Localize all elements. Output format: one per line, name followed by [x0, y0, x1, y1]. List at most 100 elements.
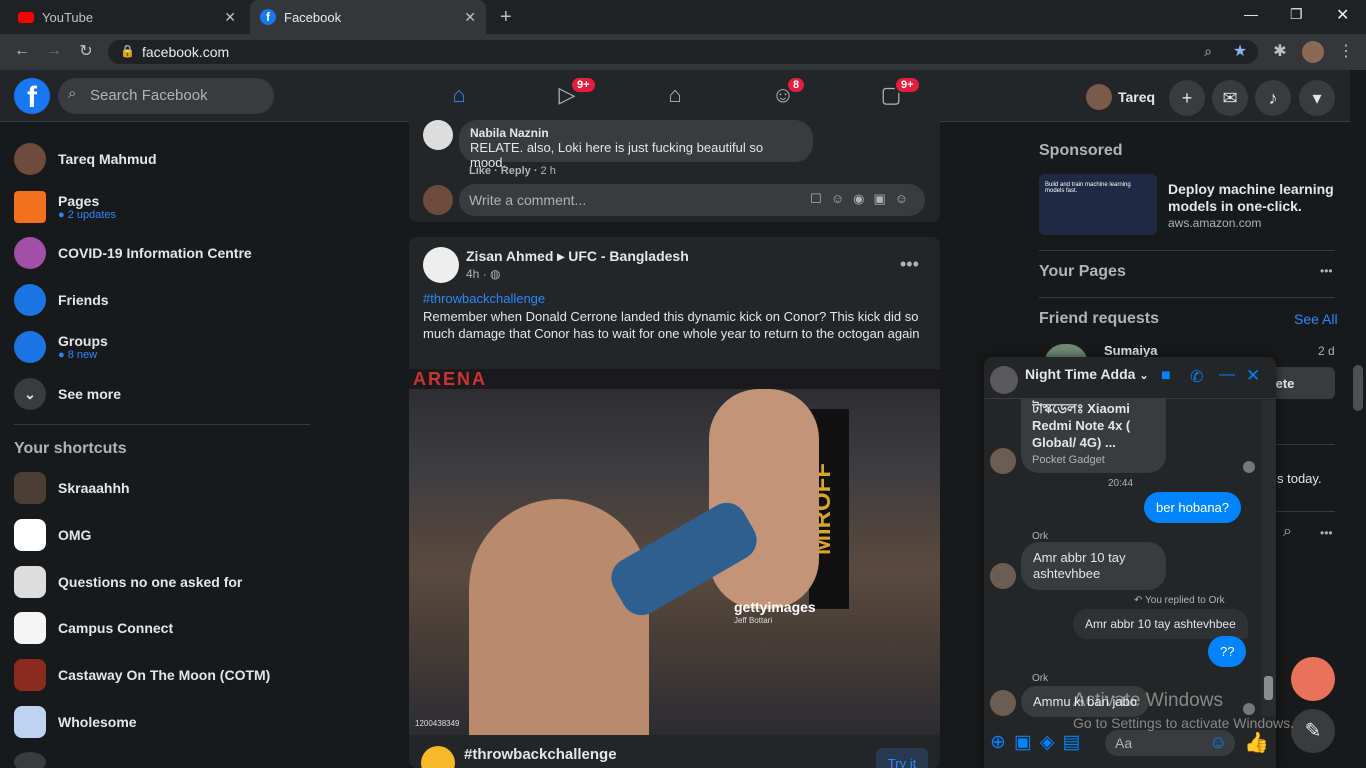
browser-menu-icon[interactable]: ⋮: [1334, 41, 1358, 61]
marketplace-icon[interactable]: ⌂: [660, 82, 690, 110]
link-preview-source: Pocket Gadget: [1032, 454, 1105, 466]
challenge-tag: #throwbackchallenge: [464, 746, 617, 763]
home-icon[interactable]: ⌂: [444, 82, 474, 110]
chat-tool-icons[interactable]: ⊕▣◈▤: [990, 731, 1088, 754]
tab-youtube[interactable]: YouTube ✕: [8, 0, 246, 34]
shortcut-item[interactable]: Skraaahhh: [14, 470, 130, 506]
header-profile-name[interactable]: Tareq: [1118, 89, 1155, 105]
groups-badge: 8: [786, 76, 807, 94]
page-scrollbar[interactable]: [1350, 70, 1366, 768]
facebook-logo-icon[interactable]: f: [14, 78, 50, 114]
see-all-link[interactable]: See All: [1294, 311, 1338, 327]
contacts-search-icon[interactable]: ⌕: [1283, 523, 1292, 541]
video-call-icon[interactable]: ■: [1161, 367, 1171, 385]
post-group[interactable]: UFC - Bangladesh: [568, 248, 689, 264]
comment-author[interactable]: Nabila Naznin: [470, 126, 802, 140]
request-name[interactable]: Sumaiya: [1104, 343, 1157, 358]
post-time[interactable]: 4h: [466, 267, 479, 281]
post-text: Remember when Donald Cerrone landed this…: [423, 309, 920, 341]
avatar: [423, 185, 453, 215]
close-icon[interactable]: ✕: [464, 9, 476, 26]
sender-name: Ork: [1032, 531, 1049, 542]
lock-icon: 🔒: [120, 44, 135, 58]
seen-avatar: [1243, 461, 1255, 473]
message-other: Amr abbr 10 tay ashtevhbee: [1021, 542, 1166, 590]
search-icon: ⌕: [68, 85, 77, 102]
avatar[interactable]: [423, 247, 459, 283]
reply-link[interactable]: Reply: [501, 165, 531, 177]
friends-icon: [14, 284, 46, 316]
chat-head-avatar[interactable]: [1291, 657, 1335, 701]
comment-tool-icons[interactable]: ☐☺◉▣☺: [810, 191, 917, 207]
sidebar-item-pages[interactable]: Pages ● 2 updates: [14, 187, 116, 227]
minimize-chat-icon[interactable]: —: [1219, 366, 1235, 384]
extensions-icon[interactable]: ✱: [1268, 41, 1292, 61]
ad-title[interactable]: Deploy machine learning models in one-cl…: [1168, 181, 1338, 215]
chat-title[interactable]: Night Time Adda ⌄: [1025, 366, 1149, 382]
sidebar-item-covid[interactable]: COVID-19 Information Centre: [14, 235, 252, 271]
url-field[interactable]: 🔒 facebook.com: [108, 40, 1258, 64]
zoom-icon[interactable]: ⌕: [1196, 43, 1220, 60]
comment-placeholder: Write a comment...: [469, 192, 587, 208]
reload-icon[interactable]: ↻: [74, 41, 98, 61]
post-author-line: Zisan Ahmed ▸ UFC - Bangladesh: [466, 248, 689, 264]
chat-scrollbar-thumb[interactable]: [1264, 676, 1273, 700]
shortcut-item[interactable]: Wholesome: [14, 704, 137, 740]
new-tab-icon[interactable]: +: [500, 6, 512, 29]
shortcut-item[interactable]: Castaway On The Moon (COTM): [14, 657, 270, 693]
restore-icon[interactable]: ❐: [1290, 6, 1303, 23]
create-button[interactable]: +: [1169, 80, 1205, 116]
close-chat-icon[interactable]: ✕: [1246, 366, 1260, 386]
sidebar-item-profile[interactable]: Tareq Mahmud: [14, 141, 157, 177]
pages-more-icon[interactable]: •••: [1320, 264, 1333, 278]
post-hashtag[interactable]: #throwbackchallenge: [423, 291, 545, 306]
back-icon[interactable]: ←: [10, 42, 34, 60]
shortcut-item[interactable]: Questions no one asked for: [14, 564, 242, 600]
like-thumb-icon[interactable]: 👍: [1244, 730, 1269, 755]
window-close-icon[interactable]: ✕: [1336, 5, 1349, 25]
forward-icon[interactable]: →: [42, 42, 66, 60]
comment-input[interactable]: Write a comment... ☐☺◉▣☺: [459, 184, 925, 216]
getty-watermark: gettyimages: [734, 599, 816, 615]
post-time-line: 4h · ◍: [466, 267, 501, 281]
youtube-icon: [18, 11, 34, 23]
tab-facebook[interactable]: f Facebook ✕: [250, 0, 486, 34]
sidebar-item-friends[interactable]: Friends: [14, 282, 109, 318]
scrollbar-thumb[interactable]: [1353, 365, 1363, 411]
shortcut-item[interactable]: OMG: [14, 517, 91, 553]
bookmark-star-icon[interactable]: ★: [1228, 41, 1252, 61]
minimize-icon[interactable]: —: [1244, 6, 1258, 22]
sidebar-item-sub: ● 8 new: [58, 349, 98, 361]
post-author[interactable]: Zisan Ahmed: [466, 248, 553, 264]
post-more-icon[interactable]: •••: [900, 254, 919, 275]
see-more-button[interactable]: ⌄ See more: [14, 376, 121, 412]
link-preview[interactable]: টাস্কডেলঃ Xiaomi Redmi Note 4x ( Global/…: [1021, 398, 1166, 473]
sidebar-item-label: COVID-19 Information Centre: [58, 245, 252, 261]
gaming-badge: 9+: [894, 76, 921, 94]
try-it-button[interactable]: Try it: [876, 748, 928, 768]
account-menu-icon[interactable]: ▾: [1299, 80, 1335, 116]
search-input[interactable]: ⌕ Search Facebook: [58, 78, 274, 114]
profile-avatar[interactable]: [1302, 41, 1324, 63]
shortcut-item[interactable]: Campus Connect: [14, 610, 173, 646]
header-avatar[interactable]: [1086, 84, 1112, 110]
phone-call-icon[interactable]: ✆: [1190, 367, 1203, 387]
close-icon[interactable]: ✕: [224, 9, 236, 26]
new-message-icon[interactable]: ✎: [1291, 709, 1335, 753]
like-link[interactable]: Like: [469, 165, 491, 177]
sidebar-item-groups[interactable]: Groups ● 8 new: [14, 327, 108, 367]
notifications-icon[interactable]: ♪: [1255, 80, 1291, 116]
messenger-icon[interactable]: ✉: [1212, 80, 1248, 116]
chat-scrollbar[interactable]: [1261, 400, 1276, 716]
sidebar-item-sub: ● 2 updates: [58, 209, 117, 221]
url-text: facebook.com: [142, 44, 230, 60]
ad-thumbnail[interactable]: Build and train machine learning models …: [1039, 174, 1157, 235]
chat-group-avatar[interactable]: [990, 366, 1018, 394]
post-image[interactable]: ARENA MIROFF gettyimages Jeff Bottari 12…: [409, 369, 940, 735]
emoji-icon[interactable]: ☺: [1209, 732, 1227, 753]
groups-icon: [14, 331, 46, 363]
contacts-more-icon[interactable]: •••: [1320, 526, 1333, 540]
your-pages-title: Your Pages: [1039, 263, 1126, 280]
tab-title: Facebook: [284, 9, 342, 25]
image-banner: ARENA: [409, 369, 940, 389]
